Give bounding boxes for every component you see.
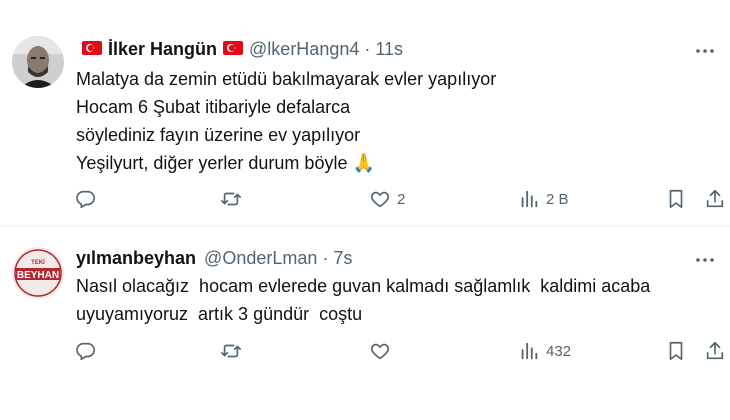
tweet-header: İlker Hangün @lkerHangn4 · 11s bbox=[76, 38, 403, 60]
tweet-header: yılmanbeyhan @OnderLman · 7s bbox=[76, 247, 352, 269]
tweet-text-line: Yeşilyurt, diğer yerler durum böyle 🙏 bbox=[76, 153, 375, 173]
avatar-logo: TEKİ BEYHAN bbox=[12, 247, 64, 299]
view-count: 432 bbox=[546, 342, 572, 360]
bookmark-icon bbox=[669, 189, 683, 209]
bookmark-icon bbox=[669, 341, 683, 361]
turkey-flag-icon bbox=[223, 39, 244, 60]
reply-icon bbox=[76, 190, 95, 209]
timestamp[interactable]: 7s bbox=[333, 248, 352, 269]
like-icon bbox=[371, 191, 389, 208]
more-icon[interactable] bbox=[694, 249, 716, 271]
views-icon bbox=[521, 190, 538, 208]
like-button[interactable] bbox=[369, 338, 397, 364]
like-count: 2 bbox=[397, 190, 406, 208]
like-button[interactable]: 2 bbox=[369, 186, 405, 212]
retweet-icon bbox=[221, 344, 241, 358]
tweet-text: Malatya da zemin etüdü bakılmayarak evle… bbox=[76, 65, 496, 177]
share-icon bbox=[706, 189, 724, 208]
separator-dot: · bbox=[364, 38, 371, 59]
avatar-photo bbox=[12, 36, 64, 88]
author-handle[interactable]: @OnderLman bbox=[204, 248, 317, 269]
retweet-button[interactable] bbox=[220, 338, 248, 364]
action-bar: 2 2 B bbox=[0, 186, 730, 212]
tweet-text-line: uyuyamıyoruz artık 3 gündür coştu bbox=[76, 304, 363, 324]
avatar-logo-main-text: BEYHAN bbox=[17, 270, 59, 281]
tweet-text: Nasıl olacağız hocam evlerede guvan kalm… bbox=[76, 272, 650, 328]
reply-icon bbox=[76, 342, 95, 361]
turkey-flag-icon bbox=[82, 39, 102, 60]
views-icon bbox=[521, 342, 538, 360]
tweet[interactable]: İlker Hangün @lkerHangn4 · 11s Malatya d… bbox=[0, 0, 730, 227]
reply-button[interactable] bbox=[74, 186, 102, 212]
author-name[interactable]: yılmanbeyhan bbox=[76, 248, 196, 269]
author-name[interactable]: İlker Hangün bbox=[108, 39, 217, 60]
share-icon bbox=[706, 341, 724, 360]
avatar[interactable]: TEKİ BEYHAN bbox=[12, 247, 64, 299]
share-button[interactable] bbox=[704, 338, 726, 364]
author-handle[interactable]: @lkerHangn4 bbox=[249, 39, 359, 60]
reply-button[interactable] bbox=[74, 338, 102, 364]
views-button[interactable]: 2 B bbox=[518, 186, 569, 212]
retweet-icon bbox=[221, 192, 241, 206]
like-icon bbox=[371, 343, 389, 360]
tweet[interactable]: TEKİ BEYHAN yılmanbeyhan @OnderLman · 7s… bbox=[0, 227, 730, 420]
avatar[interactable] bbox=[12, 36, 64, 88]
tweet-text-line: Nasıl olacağız hocam evlerede guvan kalm… bbox=[76, 276, 651, 296]
tweet-text-line: Malatya da zemin etüdü bakılmayarak evle… bbox=[76, 69, 497, 89]
tweet-text-line: Hocam 6 Şubat itibariyle defalarca bbox=[76, 97, 351, 117]
action-bar: 432 bbox=[0, 338, 730, 364]
bookmark-button[interactable] bbox=[665, 186, 687, 212]
avatar-logo-top-text: TEKİ bbox=[31, 259, 45, 266]
retweet-button[interactable] bbox=[220, 186, 248, 212]
timestamp[interactable]: 11s bbox=[375, 39, 403, 60]
view-count: 2 B bbox=[546, 190, 569, 208]
views-button[interactable]: 432 bbox=[518, 338, 571, 364]
more-icon[interactable] bbox=[694, 40, 716, 62]
share-button[interactable] bbox=[704, 186, 726, 212]
separator-dot: · bbox=[322, 247, 329, 268]
tweet-text-line: söylediniz fayın üzerine ev yapılıyor bbox=[76, 125, 361, 145]
bookmark-button[interactable] bbox=[665, 338, 687, 364]
